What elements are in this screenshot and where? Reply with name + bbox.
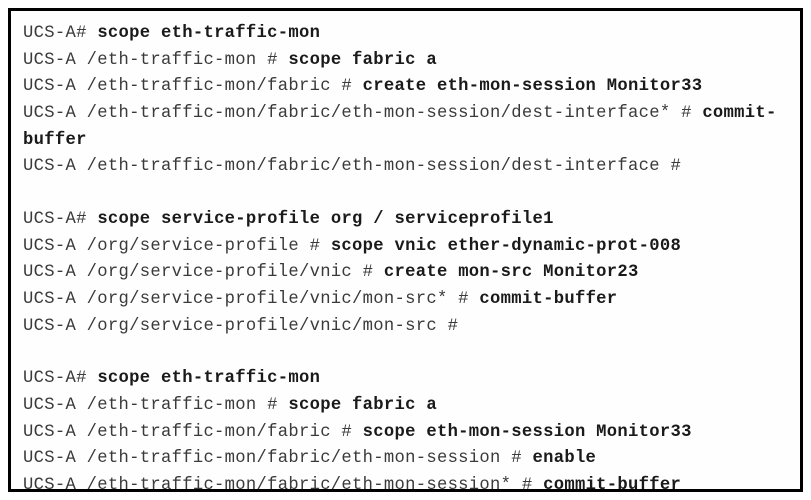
cli-line: UCS-A /org/service-profile/vnic/mon-src*… <box>23 287 788 314</box>
cli-prompt: UCS-A /eth-traffic-mon # <box>23 396 288 415</box>
cli-prompt: UCS-A /eth-traffic-mon/fabric # <box>23 77 363 96</box>
cli-line: UCS-A /org/service-profile/vnic/mon-src … <box>23 314 788 341</box>
cli-prompt: UCS-A# <box>23 369 97 388</box>
cli-command: enable <box>532 449 596 468</box>
cli-command: commit-buffer <box>479 290 617 309</box>
cli-command: scope eth-traffic-mon <box>97 369 320 388</box>
cli-prompt: UCS-A# <box>23 210 97 229</box>
cli-prompt: UCS-A /org/service-profile/vnic # <box>23 263 384 282</box>
cli-line: UCS-A# scope eth-traffic-mon <box>23 21 788 48</box>
cli-command: scope fabric a <box>288 51 437 70</box>
cli-command: scope eth-traffic-mon <box>97 24 320 43</box>
cli-prompt: UCS-A /eth-traffic-mon/fabric # <box>23 423 363 442</box>
cli-line: UCS-A /eth-traffic-mon/fabric/eth-mon-se… <box>23 473 788 500</box>
cli-line: UCS-A /org/service-profile # scope vnic … <box>23 234 788 261</box>
cli-prompt: UCS-A /eth-traffic-mon/fabric/eth-mon-se… <box>23 476 543 495</box>
cli-line: UCS-A# scope eth-traffic-mon <box>23 366 788 393</box>
block-separator <box>23 181 788 207</box>
cli-command: scope vnic ether-dynamic-prot-008 <box>331 237 681 256</box>
cli-command: scope fabric a <box>288 396 437 415</box>
cli-prompt: UCS-A /eth-traffic-mon/fabric/eth-mon-se… <box>23 449 532 468</box>
cli-line: UCS-A /eth-traffic-mon/fabric/eth-mon-se… <box>23 154 788 181</box>
cli-line: UCS-A /eth-traffic-mon # scope fabric a <box>23 393 788 420</box>
cli-terminal-output: UCS-A# scope eth-traffic-mon UCS-A /eth-… <box>8 8 803 492</box>
cli-command: create mon-src Monitor23 <box>384 263 639 282</box>
cli-line: UCS-A /eth-traffic-mon # scope fabric a <box>23 48 788 75</box>
cli-prompt: UCS-A /eth-traffic-mon/fabric/eth-mon-se… <box>23 104 702 123</box>
cli-command: commit-buffer <box>543 476 681 495</box>
cli-line: UCS-A# scope service-profile org / servi… <box>23 207 788 234</box>
cli-line: UCS-A /eth-traffic-mon/fabric/eth-mon-se… <box>23 446 788 473</box>
cli-line: UCS-A /org/service-profile/vnic # create… <box>23 260 788 287</box>
cli-command: scope eth-mon-session Monitor33 <box>363 423 692 442</box>
cli-prompt: UCS-A /eth-traffic-mon # <box>23 51 288 70</box>
cli-prompt: UCS-A /org/service-profile/vnic/mon-src*… <box>23 290 479 309</box>
block-separator <box>23 340 788 366</box>
cli-line: UCS-A /eth-traffic-mon/fabric/eth-mon-se… <box>23 101 788 154</box>
cli-prompt: UCS-A /eth-traffic-mon/fabric/eth-mon-se… <box>23 157 681 176</box>
cli-command: create eth-mon-session Monitor33 <box>363 77 703 96</box>
cli-prompt: UCS-A /org/service-profile # <box>23 237 331 256</box>
cli-prompt: UCS-A /org/service-profile/vnic/mon-src … <box>23 317 458 336</box>
cli-line: UCS-A /eth-traffic-mon/fabric # scope et… <box>23 420 788 447</box>
cli-line: UCS-A /eth-traffic-mon/fabric # create e… <box>23 74 788 101</box>
cli-prompt: UCS-A# <box>23 24 97 43</box>
cli-command: scope service-profile org / serviceprofi… <box>97 210 553 229</box>
